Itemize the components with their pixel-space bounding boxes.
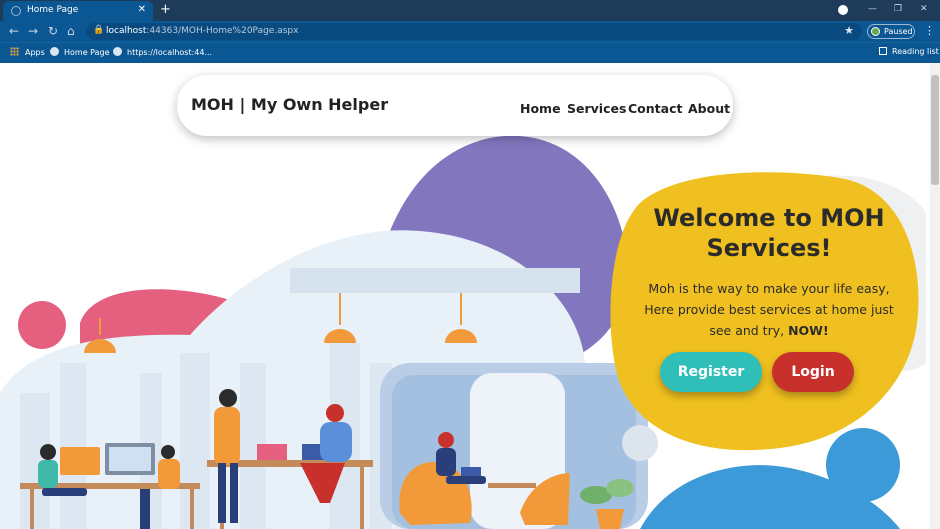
scrollbar-thumb[interactable] <box>931 75 939 185</box>
bookmark-localhost[interactable]: https://localhost:44... <box>113 47 212 57</box>
nav-services[interactable]: Services <box>567 101 626 116</box>
tab-strip: Home Page ✕ + — ❐ ✕ <box>0 0 940 21</box>
extension-icon[interactable] <box>838 5 848 15</box>
bookmark-apps[interactable]: Apps <box>10 47 45 57</box>
globe-icon <box>113 47 122 56</box>
reading-list-icon <box>879 47 887 55</box>
description-emphasis: NOW! <box>788 323 829 338</box>
laptop <box>257 444 287 460</box>
star-icon[interactable]: ★ <box>844 24 854 37</box>
forward-icon[interactable]: → <box>28 24 38 38</box>
login-button[interactable]: Login <box>772 352 854 392</box>
site-navbar: MOH | My Own Helper Home Services Contac… <box>177 75 733 136</box>
url-path: :44363/MOH-Home%20Page.aspx <box>146 26 299 36</box>
home-icon[interactable]: ⌂ <box>67 24 75 38</box>
close-window-icon[interactable]: ✕ <box>920 4 928 14</box>
new-tab-button[interactable]: + <box>160 2 171 17</box>
bookmark-label: https://localhost:44... <box>127 48 213 57</box>
welcome-card: Welcome to MOH Services! Moh is the way … <box>612 183 926 451</box>
globe-icon <box>50 47 59 56</box>
page-scrollbar[interactable] <box>930 63 940 529</box>
welcome-title: Welcome to MOH Services! <box>653 204 885 262</box>
description-line: see and try, <box>709 323 785 338</box>
web-page: MOH | My Own Helper Home Services Contac… <box>0 63 930 529</box>
ceiling-strip <box>290 268 580 293</box>
reading-list-label: Reading list <box>892 47 939 56</box>
menu-icon[interactable]: ⋮ <box>924 24 935 37</box>
url-host: localhost <box>106 26 147 36</box>
close-icon[interactable]: ✕ <box>138 4 146 15</box>
address-bar[interactable]: 🔒 localhost:44363/MOH-Home%20Page.aspx ★ <box>86 23 862 40</box>
restore-icon[interactable]: ❐ <box>894 4 902 14</box>
profile-button[interactable]: Paused <box>867 24 915 39</box>
globe-icon <box>11 6 21 16</box>
reload-icon[interactable]: ↻ <box>48 24 58 38</box>
reading-list[interactable]: Reading list <box>879 47 939 56</box>
apps-icon <box>10 47 19 56</box>
bookmark-home-page[interactable]: Home Page <box>50 47 110 57</box>
bookmark-label: Home Page <box>64 48 110 57</box>
profile-status: Paused <box>884 27 913 36</box>
pink-circle <box>18 301 66 349</box>
url-text: localhost:44363/MOH-Home%20Page.aspx <box>106 26 298 36</box>
tab-title: Home Page <box>27 5 79 15</box>
back-icon[interactable]: ← <box>9 24 19 38</box>
site-brand[interactable]: MOH | My Own Helper <box>191 95 388 114</box>
minimize-icon[interactable]: — <box>868 4 877 14</box>
avatar <box>871 27 880 36</box>
nav-about[interactable]: About <box>688 101 730 116</box>
register-button[interactable]: Register <box>660 352 762 392</box>
nav-contact[interactable]: Contact <box>628 101 682 116</box>
welcome-description: Moh is the way to make your life easy, H… <box>632 278 906 341</box>
description-line: Here provide best services at home just <box>644 302 894 317</box>
lock-icon: 🔒 <box>93 25 105 35</box>
description-line: Moh is the way to make your life easy, <box>648 281 890 296</box>
tab-home-page[interactable]: Home Page ✕ <box>3 1 153 21</box>
nav-home[interactable]: Home <box>520 101 561 116</box>
side-table <box>488 483 536 488</box>
bookmark-label: Apps <box>25 48 45 57</box>
bookmarks-bar: Apps Home Page https://localhost:44... R… <box>0 42 940 63</box>
browser-toolbar: ← → ↻ ⌂ 🔒 localhost:44363/MOH-Home%20Pag… <box>0 21 940 42</box>
monitor <box>60 447 100 475</box>
